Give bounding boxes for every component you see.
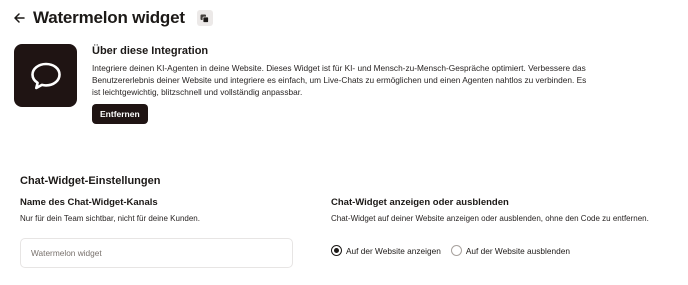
channel-name-description: Nur für dein Team sichtbar, nicht für de… xyxy=(20,214,200,223)
copy-icon xyxy=(200,14,210,23)
radio-show-on-website[interactable]: Auf der Website anzeigen xyxy=(331,245,441,256)
about-title: Über diese Integration xyxy=(92,45,209,57)
visibility-section: Chat-Widget anzeigen oder ausblenden Cha… xyxy=(331,197,676,256)
arrow-left-icon xyxy=(13,13,25,23)
channel-name-label: Name des Chat-Widget-Kanals xyxy=(20,197,158,208)
settings-title: Chat-Widget-Einstellungen xyxy=(20,175,161,187)
about-section: Über diese Integration Integriere deinen… xyxy=(92,44,672,124)
page-header: Watermelon widget xyxy=(12,6,213,30)
channel-name-section: Name des Chat-Widget-Kanals Nur für dein… xyxy=(20,197,300,268)
radio-hide-on-website[interactable]: Auf der Website ausblenden xyxy=(450,245,570,256)
visibility-label: Chat-Widget anzeigen oder ausblenden xyxy=(331,197,509,208)
page-title: Watermelon widget xyxy=(33,8,185,27)
copy-button[interactable] xyxy=(196,10,213,26)
chat-bubble-icon xyxy=(30,62,61,89)
integration-logo xyxy=(14,44,77,107)
channel-name-input[interactable] xyxy=(20,238,293,268)
visibility-radio-group: Auf der Website anzeigen Auf der Website… xyxy=(331,245,676,256)
radio-button-unchecked[interactable] xyxy=(450,245,462,256)
radio-hide-label: Auf der Website ausblenden xyxy=(465,245,570,256)
radio-show-label: Auf der Website anzeigen xyxy=(346,245,441,256)
radio-dot xyxy=(334,248,339,253)
back-button[interactable] xyxy=(12,8,26,28)
radio-button-checked[interactable] xyxy=(331,245,342,256)
about-description: Integriere deinen KI-Agenten in deine We… xyxy=(92,63,587,97)
remove-button[interactable]: Entfernen xyxy=(92,104,148,124)
visibility-description: Chat-Widget auf deiner Website anzeigen … xyxy=(331,214,649,223)
